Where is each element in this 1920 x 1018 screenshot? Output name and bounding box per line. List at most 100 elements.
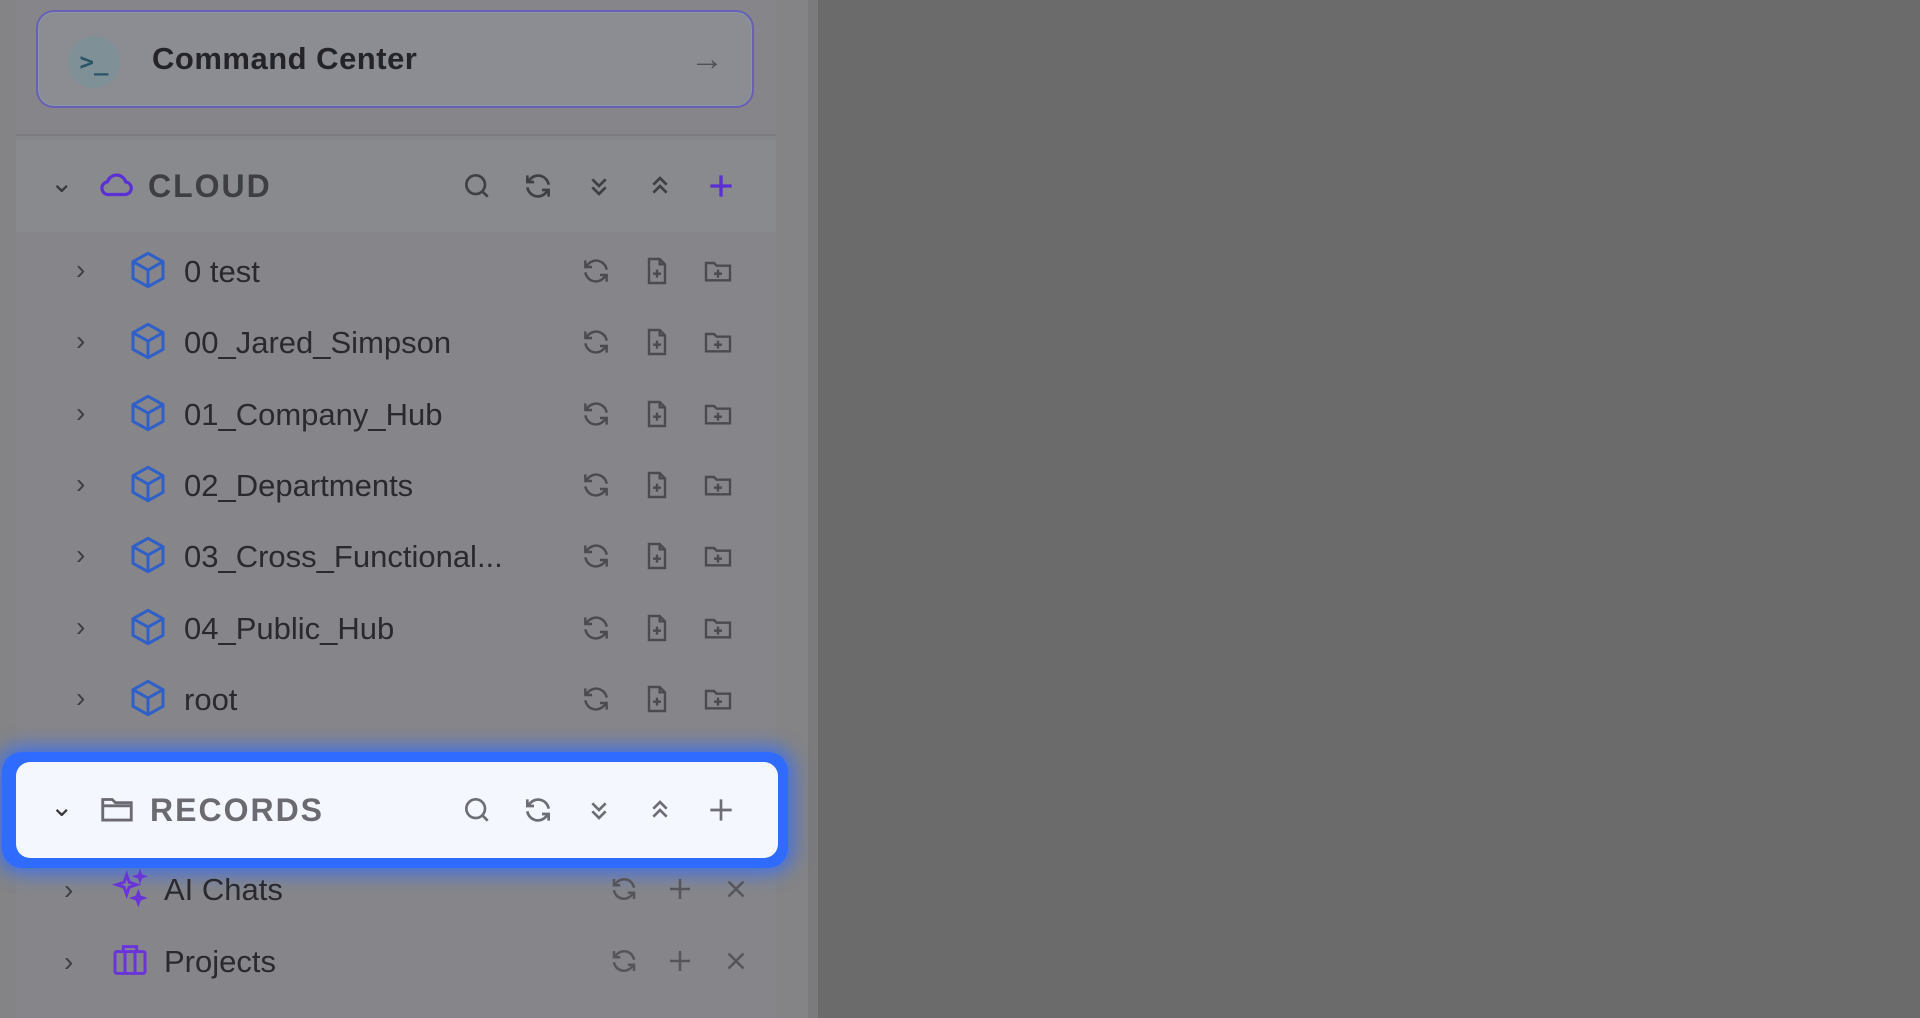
cloud-item[interactable]: › 03_Cross_Functional... <box>16 521 776 592</box>
folder-plus-icon <box>704 261 731 282</box>
records-item-projects[interactable]: › Projects <box>16 928 776 999</box>
records-section-header[interactable]: ⌄ RECORDS <box>16 762 778 858</box>
add-icon <box>670 951 690 971</box>
expand-all-button[interactable] <box>629 786 690 834</box>
cloud-item-label: 0 test <box>184 254 260 289</box>
add-icon <box>709 175 732 197</box>
refresh-icon <box>583 615 608 640</box>
add-button[interactable] <box>652 866 708 912</box>
refresh-icon <box>583 259 608 283</box>
refresh-button[interactable] <box>565 462 626 508</box>
cube-icon <box>131 322 165 360</box>
cube-icon <box>131 465 165 503</box>
refresh-button[interactable] <box>507 786 568 834</box>
new-folder-button[interactable] <box>687 319 748 365</box>
new-file-button[interactable] <box>626 676 687 722</box>
cube-icon <box>131 251 165 289</box>
new-folder-button[interactable] <box>687 462 748 508</box>
records-item-ai-chats[interactable]: › AI Chats <box>16 856 776 927</box>
refresh-icon <box>583 402 608 426</box>
refresh-button[interactable] <box>565 319 626 365</box>
cloud-item[interactable]: › 01_Company_Hub <box>16 379 776 450</box>
cloud-item[interactable]: › root <box>16 664 776 735</box>
folder-plus-icon <box>704 404 731 425</box>
chevron-right-icon[interactable]: › <box>64 946 73 978</box>
command-center-button[interactable]: >_ Command Center → <box>36 10 754 108</box>
cloud-item-label: 04_Public_Hub <box>184 610 395 646</box>
cloud-item[interactable]: › 02_Departments <box>16 450 776 521</box>
new-file-button[interactable] <box>626 462 687 508</box>
expand-all-icon <box>651 800 668 818</box>
search-button[interactable] <box>446 162 507 210</box>
search-button[interactable] <box>446 786 507 834</box>
refresh-icon <box>583 330 608 354</box>
records-highlight: ⌄ RECORDS <box>2 752 788 868</box>
search-icon <box>464 174 489 198</box>
refresh-button[interactable] <box>565 676 626 722</box>
new-folder-button[interactable] <box>687 533 748 579</box>
chevron-right-icon[interactable]: › <box>64 874 73 906</box>
refresh-icon <box>583 544 608 568</box>
file-plus-icon <box>647 329 666 356</box>
file-plus-icon <box>647 542 666 570</box>
cloud-item-label: 03_Cross_Functional... <box>184 539 503 575</box>
refresh-button[interactable] <box>565 391 626 437</box>
chevron-right-icon[interactable]: › <box>76 539 85 571</box>
cloud-item[interactable]: › 00_Jared_Simpson <box>16 307 776 378</box>
refresh-button[interactable] <box>565 248 626 294</box>
refresh-icon <box>525 798 550 822</box>
briefcase-icon <box>113 945 147 975</box>
folder-icon <box>101 798 133 822</box>
cube-icon <box>131 536 165 574</box>
chevron-right-icon[interactable]: › <box>76 468 85 500</box>
command-center-label: Command Center <box>152 41 418 76</box>
add-button[interactable] <box>690 162 751 210</box>
file-plus-icon <box>647 614 666 641</box>
cloud-section-header[interactable]: ⌄ CLOUD <box>16 140 776 232</box>
chevron-right-icon[interactable]: › <box>76 254 85 286</box>
new-file-button[interactable] <box>626 391 687 437</box>
chevron-right-icon[interactable]: › <box>76 397 85 429</box>
refresh-button[interactable] <box>507 162 568 210</box>
chevron-down-icon[interactable]: ⌄ <box>50 166 73 199</box>
sidebar-resize-handle[interactable] <box>808 0 818 1018</box>
chevron-down-icon[interactable]: ⌄ <box>50 790 73 823</box>
new-file-button[interactable] <box>626 605 687 651</box>
new-folder-button[interactable] <box>687 605 748 651</box>
new-folder-button[interactable] <box>687 391 748 437</box>
cloud-item[interactable]: › 04_Public_Hub <box>16 593 776 664</box>
file-plus-icon <box>647 471 666 499</box>
collapse-all-icon <box>590 802 607 820</box>
refresh-button[interactable] <box>565 533 626 579</box>
search-icon <box>464 798 489 822</box>
expand-all-icon <box>651 176 668 194</box>
add-icon <box>670 879 690 899</box>
add-icon <box>709 799 732 821</box>
new-file-button[interactable] <box>626 533 687 579</box>
chevron-right-icon[interactable]: › <box>76 611 85 643</box>
expand-all-button[interactable] <box>629 162 690 210</box>
new-file-button[interactable] <box>626 319 687 365</box>
close-button[interactable] <box>708 938 764 984</box>
collapse-all-button[interactable] <box>568 162 629 210</box>
folder-plus-icon <box>704 689 731 710</box>
cloud-item[interactable]: › 0 test <box>16 236 776 307</box>
chevron-right-icon[interactable]: › <box>76 682 85 714</box>
new-folder-button[interactable] <box>687 676 748 722</box>
new-file-button[interactable] <box>626 248 687 294</box>
file-plus-icon <box>647 257 666 285</box>
refresh-button[interactable] <box>596 866 652 912</box>
folder-plus-icon <box>704 546 731 567</box>
file-plus-icon <box>647 400 666 427</box>
refresh-button[interactable] <box>596 938 652 984</box>
new-folder-button[interactable] <box>687 248 748 294</box>
collapse-all-button[interactable] <box>568 786 629 834</box>
add-button[interactable] <box>690 786 751 834</box>
close-button[interactable] <box>708 866 764 912</box>
cube-icon <box>131 608 165 645</box>
chevron-right-icon[interactable]: › <box>76 325 85 357</box>
close-icon <box>727 880 745 898</box>
refresh-icon <box>612 878 636 900</box>
add-button[interactable] <box>652 938 708 984</box>
refresh-button[interactable] <box>565 605 626 651</box>
